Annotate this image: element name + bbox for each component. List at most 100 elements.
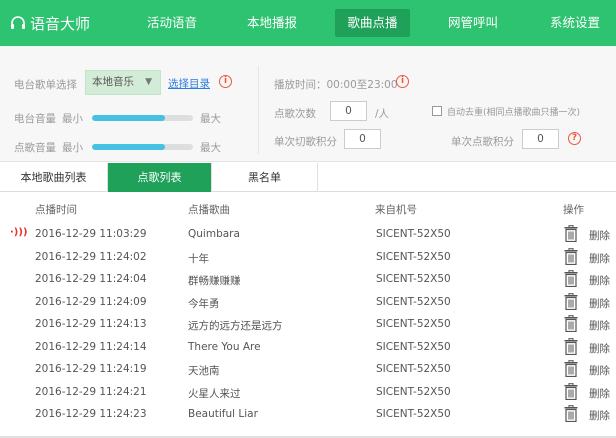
trash-icon[interactable]: [564, 360, 578, 377]
table-row[interactable]: 2016-12-29 11:24:04 群畅赚赚赚 SICENT-52X50 删除: [0, 269, 616, 292]
auto-dedupe-checkbox[interactable]: [432, 106, 442, 116]
table-row[interactable]: 2016-12-29 11:24:14 There You Are SICENT-5…: [0, 337, 616, 360]
source-machine-cell: SICENT-52X50: [376, 228, 451, 240]
delete-button[interactable]: 删除: [589, 318, 610, 333]
trash-icon[interactable]: [564, 337, 578, 355]
caret-down-icon: ▼: [145, 77, 152, 87]
request-count-input[interactable]: 0: [330, 101, 367, 121]
song-title-cell: 十年: [188, 252, 209, 265]
radio-volume-min-label: 最小: [62, 113, 83, 125]
settings-divider: [258, 66, 259, 154]
trash-icon[interactable]: [564, 405, 578, 422]
delete-button[interactable]: 删除: [589, 228, 610, 243]
source-machine-cell: SICENT-52X50: [376, 273, 451, 285]
column-header-from: 来自机号: [375, 204, 417, 216]
tab-request-list[interactable]: 点歌列表: [108, 163, 212, 192]
play-time-label: 播放时间：00:00至23:00: [274, 79, 398, 91]
help-icon[interactable]: ?: [568, 132, 581, 145]
app-brand: 语音大师: [10, 12, 90, 34]
tab-blacklist[interactable]: 黑名单: [212, 163, 318, 192]
single-request-points-label: 单次点歌积分: [451, 136, 514, 148]
source-label: 电台歌单选择: [14, 79, 77, 91]
top-nav-bar: 语音大师 活动语音 本地播报 歌曲点播 网管呼叫 系统设置: [0, 0, 616, 46]
request-time-cell: 2016-12-29 11:24:21: [35, 385, 147, 398]
single-request-points-input[interactable]: 0: [522, 129, 559, 149]
trash-icon[interactable]: [564, 270, 578, 287]
trash-icon[interactable]: [564, 225, 578, 242]
info-icon[interactable]: i: [396, 75, 409, 88]
nav-item-local-broadcast[interactable]: 本地播报: [234, 9, 310, 37]
source-select[interactable]: 本地音乐 ▼: [85, 70, 161, 95]
delete-button[interactable]: 删除: [589, 341, 610, 356]
delete-button[interactable]: 删除: [589, 251, 610, 266]
request-time-cell: 2016-12-29 11:24:23: [35, 408, 147, 420]
request-volume-slider[interactable]: [92, 144, 193, 150]
nav-item-network-call[interactable]: 网管呼叫: [435, 9, 511, 37]
song-title-cell: 火星人来过: [188, 387, 241, 400]
song-title-cell: 远方的远方还是远方: [188, 320, 283, 332]
request-count-unit: /人: [375, 108, 390, 120]
single-cut-points-label: 单次切歌积分: [274, 136, 337, 148]
table-row[interactable]: 2016-12-29 11:24:02 十年 SICENT-52X50 删除: [0, 247, 616, 270]
delete-button[interactable]: 删除: [589, 296, 610, 311]
table-row[interactable]: 2016-12-29 11:24:13 远方的远方还是远方 SICENT-52X50…: [0, 314, 616, 337]
trash-icon[interactable]: [564, 292, 578, 310]
radio-volume-max-label: 最大: [200, 113, 221, 125]
request-volume-fill: [92, 144, 165, 150]
column-header-actions: 操作: [563, 204, 584, 216]
source-machine-cell: SICENT-52X50: [376, 340, 451, 353]
request-volume-min-label: 最小: [62, 142, 83, 154]
request-volume-max-label: 最大: [200, 142, 221, 154]
single-cut-points-input[interactable]: 0: [344, 129, 381, 149]
song-title-cell: 群畅赚赚赚: [188, 275, 241, 287]
source-select-value: 本地音乐: [92, 76, 134, 88]
request-time-cell: 2016-12-29 11:24:02: [35, 250, 147, 263]
request-volume-label: 点歌音量: [14, 142, 56, 154]
song-title-cell: Beautiful Liar: [188, 408, 258, 420]
app-title: 语音大师: [30, 14, 91, 33]
trash-icon[interactable]: [564, 382, 578, 400]
radio-volume-slider[interactable]: [92, 115, 193, 121]
radio-volume-fill: [92, 115, 165, 121]
table-row[interactable]: 2016-12-29 11:24:09 今年勇 SICENT-52X50 删除: [0, 292, 616, 315]
table-header: 点播时间 点播歌曲 来自机号 操作: [0, 192, 616, 224]
source-machine-cell: SICENT-52X50: [376, 385, 451, 398]
request-time-cell: 2016-12-29 11:24:13: [35, 318, 147, 330]
nav-item-song-request[interactable]: 歌曲点播: [335, 9, 410, 37]
table-row[interactable]: 2016-12-29 11:24:23 Beautiful Liar SICENT-…: [0, 404, 616, 427]
song-title-cell: 今年勇: [188, 297, 220, 310]
headphones-icon: [11, 16, 25, 29]
delete-button[interactable]: 删除: [589, 408, 610, 423]
delete-button[interactable]: 删除: [589, 386, 610, 401]
table-row[interactable]: 2016-12-29 11:24:21 火星人来过 SICENT-52X50 删除: [0, 382, 616, 405]
request-time-cell: 2016-12-29 11:03:29: [35, 228, 147, 240]
trash-icon[interactable]: [564, 247, 578, 265]
request-time-cell: 2016-12-29 11:24:19: [35, 363, 147, 375]
delete-button[interactable]: 删除: [589, 273, 610, 288]
nav-item-system-settings[interactable]: 系统设置: [537, 9, 613, 37]
column-header-song: 点播歌曲: [188, 204, 230, 216]
source-machine-cell: SICENT-52X50: [376, 363, 451, 375]
column-header-time: 点播时间: [35, 204, 77, 216]
radio-volume-label: 电台音量: [14, 113, 56, 125]
song-title-cell: Quimbara: [188, 228, 240, 240]
table-row[interactable]: ·))) 2016-12-29 11:03:29 Quimbara SICENT-52…: [0, 224, 616, 247]
request-time-cell: 2016-12-29 11:24:09: [35, 295, 147, 308]
select-catalog-link[interactable]: 选择目录: [168, 76, 210, 91]
request-time-cell: 2016-12-29 11:24:04: [35, 273, 147, 285]
source-machine-cell: SICENT-52X50: [376, 295, 451, 308]
source-machine-cell: SICENT-52X50: [376, 318, 451, 330]
song-title-cell: 天池南: [188, 365, 220, 377]
source-machine-cell: SICENT-52X50: [376, 408, 451, 420]
table-row[interactable]: 2016-12-29 11:24:19 天池南 SICENT-52X50 删除: [0, 359, 616, 382]
sound-wave-icon: ·))): [10, 227, 28, 238]
request-time-cell: 2016-12-29 11:24:14: [35, 340, 147, 353]
nav-item-activity-voice[interactable]: 活动语音: [134, 9, 210, 37]
request-count-label: 点歌次数: [274, 108, 316, 120]
trash-icon[interactable]: [564, 315, 578, 332]
tab-local-songs[interactable]: 本地歌曲列表: [0, 163, 108, 192]
info-icon[interactable]: i: [219, 75, 232, 88]
delete-button[interactable]: 删除: [589, 363, 610, 378]
auto-dedupe-label: 自动去重(相同点播歌曲只播一次): [447, 108, 581, 118]
list-tabs: 本地歌曲列表 点歌列表 黑名单: [0, 163, 616, 192]
